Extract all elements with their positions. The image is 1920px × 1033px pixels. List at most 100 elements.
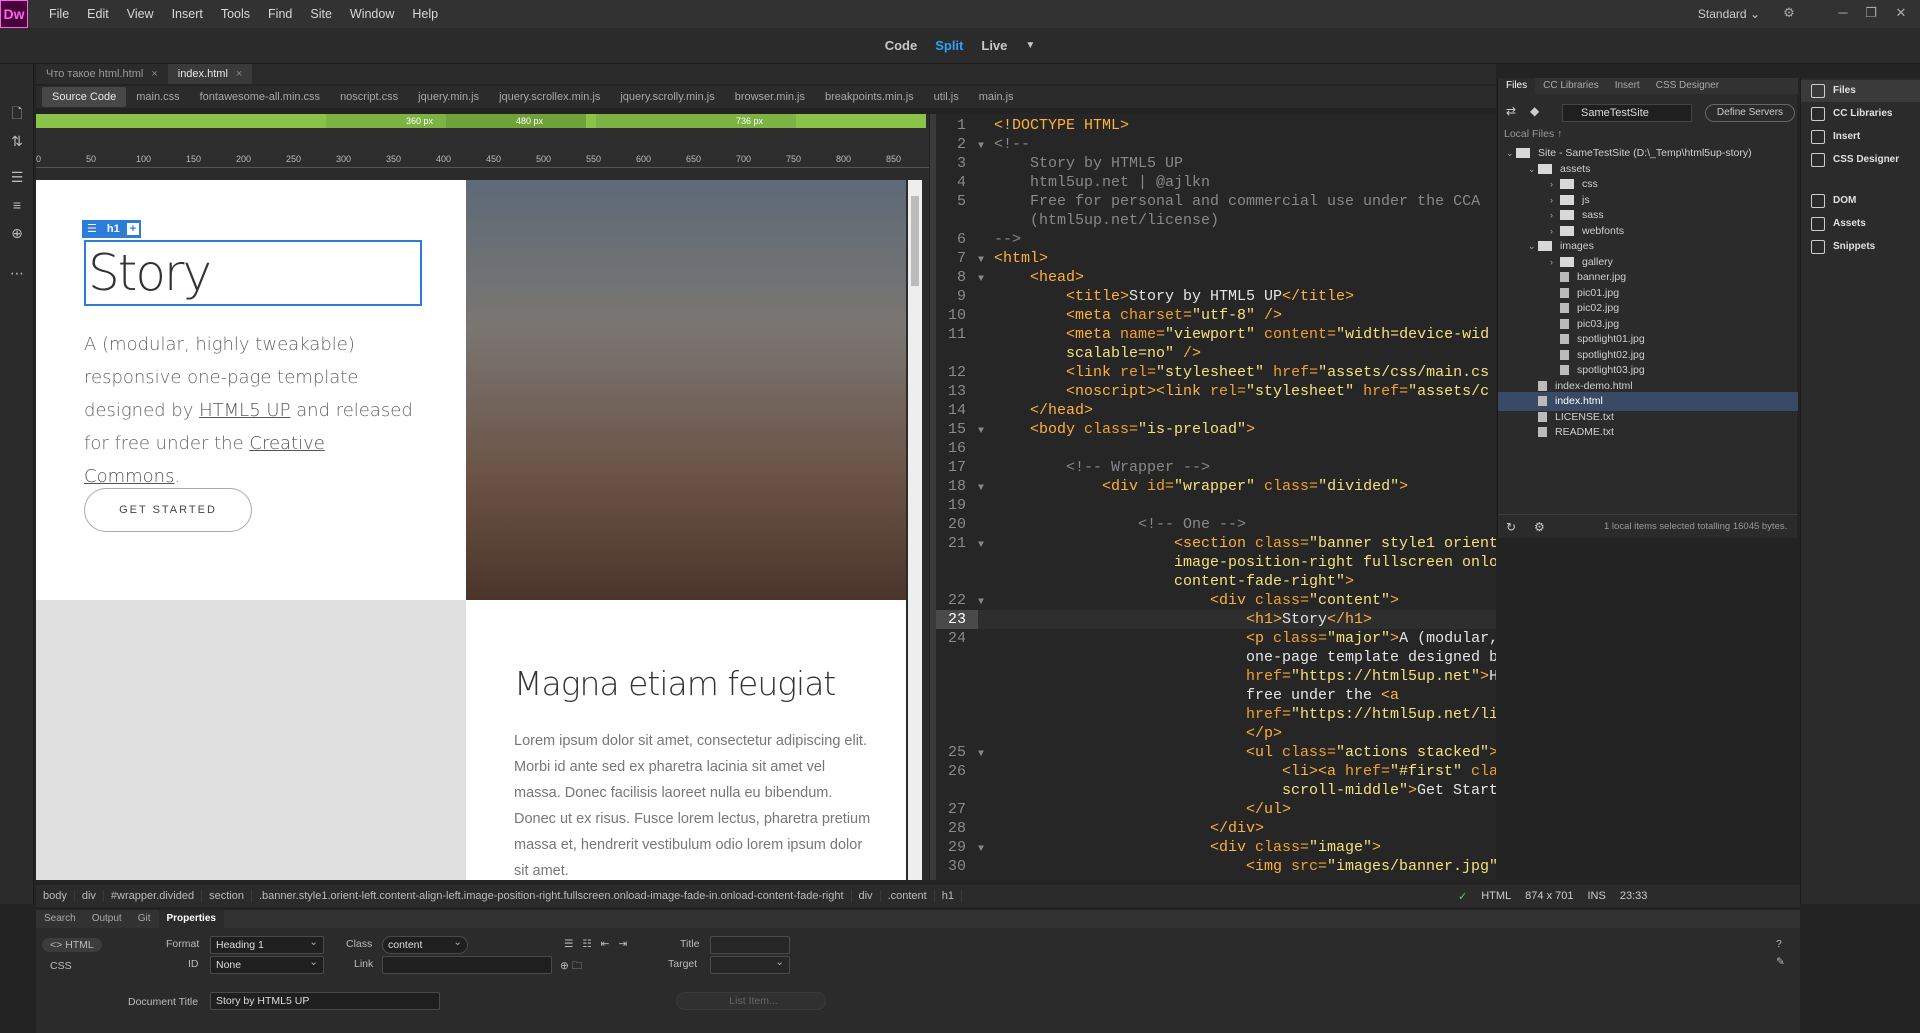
git-icon[interactable]: ◆ (1530, 104, 1539, 118)
title-input[interactable] (710, 936, 790, 954)
menu-insert[interactable]: Insert (163, 0, 212, 28)
panel-tab-insert[interactable]: Insert (1607, 78, 1648, 94)
panel-tab-css-designer[interactable]: CSS Designer (1648, 78, 1727, 94)
related-file-3[interactable]: noscript.css (330, 87, 408, 107)
sort-ascending-icon[interactable]: ↑ (1557, 128, 1562, 140)
code-line[interactable]: 22 ▼ <div class="content"> (936, 591, 1496, 610)
code-line[interactable]: content-fade-right"> (936, 572, 1496, 591)
media-query-bar[interactable]: 360 px 480 px 736 px (36, 114, 926, 128)
format-source-icon[interactable]: ☰ (8, 168, 26, 186)
html-mode-button[interactable]: <> HTML (42, 938, 102, 952)
code-line[interactable]: scroll-middle">Get Started</a></li> (936, 781, 1496, 800)
code-line[interactable]: image-position-right fullscreen onload-i… (936, 553, 1496, 572)
code-line[interactable]: 4 html5up.net | @ajlkn (936, 173, 1496, 192)
code-line[interactable]: 15 ▼ <body class="is-preload"> (936, 420, 1496, 439)
code-line[interactable]: one-page template designed by <a (936, 648, 1496, 667)
tab-git[interactable]: Git (130, 910, 159, 928)
tag-selector-item[interactable]: #wrapper.divided (104, 890, 203, 902)
live-menu-caret-icon[interactable]: ▼ (1025, 40, 1035, 51)
code-line[interactable]: 8 ▼ <head> (936, 268, 1496, 287)
dock-snippets[interactable]: Snippets (1801, 236, 1920, 258)
menu-file[interactable]: File (40, 0, 78, 28)
tag-selector-item[interactable]: .content (881, 890, 935, 902)
restore-icon[interactable]: ❐ (1858, 0, 1884, 26)
code-line[interactable]: 5 Free for personal and commercial use un… (936, 192, 1496, 211)
list-format-icons[interactable]: ☰ ☷ ⇤ ⇥ (564, 938, 630, 950)
workspace-switcher[interactable]: Standard ⌄ (1698, 0, 1760, 28)
code-line[interactable]: 26<li><a href="#first" class="button big… (936, 762, 1496, 781)
page-heading[interactable]: Story (84, 240, 422, 306)
code-view[interactable]: 1 <!DOCTYPE HTML> 2 ▼ <!-- 3 Story by HTML5 UP… (936, 114, 1496, 880)
code-line[interactable]: 13 <noscript><link rel="stylesheet" href=… (936, 382, 1496, 401)
code-line[interactable]: 3 Story by HTML5 UP (936, 154, 1496, 173)
panel-tab-cc-libraries[interactable]: CC Libraries (1535, 78, 1607, 94)
scrollbar-thumb[interactable] (911, 196, 919, 286)
tab-index-html[interactable]: index.html × (167, 64, 253, 84)
format-select[interactable]: Heading 1 (210, 934, 324, 954)
sync-settings-icon[interactable]: ⚙ (1776, 0, 1802, 26)
code-line[interactable]: 27 </ul> (936, 800, 1496, 819)
tag-selector-item[interactable]: .banner.style1.orient-left.content-align… (252, 890, 852, 902)
code-line[interactable]: 9 <title>Story by HTML5 UP</title> (936, 287, 1496, 306)
code-line[interactable]: 14 </head> (936, 401, 1496, 420)
code-line[interactable]: 12 <link rel="stylesheet" href="assets/cs… (936, 363, 1496, 382)
code-line[interactable]: href="https://html5up.net">HTML5 UP</a> … (936, 667, 1496, 686)
tag-selector-item[interactable]: div (852, 890, 881, 902)
code-line[interactable]: 11 <meta name="viewport" content="width=d… (936, 325, 1496, 344)
related-file-4[interactable]: jquery.min.js (408, 87, 489, 107)
menu-find[interactable]: Find (259, 0, 301, 28)
close-icon[interactable]: ✕ (1888, 0, 1914, 26)
apply-comment-icon[interactable]: ≡ (8, 196, 26, 214)
menu-edit[interactable]: Edit (78, 0, 118, 28)
add-class-icon[interactable]: + (126, 223, 140, 235)
code-line[interactable]: 6 --> (936, 230, 1496, 249)
connect-icon[interactable]: ⇄ (1506, 104, 1516, 118)
related-file-2[interactable]: fontawesome-all.min.css (190, 87, 330, 107)
code-line[interactable]: 7 ▼ <html> (936, 249, 1496, 268)
tab-search[interactable]: Search (36, 910, 84, 928)
tab-chto-takoe-html[interactable]: Что такое html.html × (36, 64, 168, 84)
id-select[interactable]: None (210, 954, 324, 974)
link-input[interactable] (382, 956, 552, 974)
code-line[interactable]: 20 <!-- One --> (936, 515, 1496, 534)
code-line[interactable]: 2 ▼ <!-- (936, 135, 1496, 154)
css-mode-button[interactable]: CSS (50, 960, 72, 972)
site-setup-icon[interactable]: ⚙ (1534, 515, 1545, 539)
media-query-480[interactable]: 480 px (446, 114, 586, 128)
dock-cc-libraries[interactable]: CC Libraries (1801, 103, 1920, 125)
site-selector[interactable]: SameTestSite (1562, 104, 1692, 122)
tab-output[interactable]: Output (84, 910, 130, 928)
menu-tools[interactable]: Tools (212, 0, 259, 28)
more-tools-icon[interactable]: ⋯ (8, 264, 26, 282)
code-line[interactable]: 16 (936, 439, 1496, 458)
code-line[interactable]: href="https://html5up.net/license">Creat… (936, 705, 1496, 724)
element-hud[interactable]: ☰ h1 + (82, 220, 142, 238)
code-line[interactable]: free under the <a (936, 686, 1496, 705)
hamburger-icon[interactable]: ☰ (82, 220, 102, 238)
code-line[interactable]: 19 (936, 496, 1496, 515)
code-line[interactable]: scalable=no" /> (936, 344, 1496, 363)
refresh-icon[interactable]: ↻ (1506, 515, 1516, 539)
dock-insert[interactable]: Insert (1801, 126, 1920, 148)
menu-view[interactable]: View (118, 0, 163, 28)
code-line[interactable]: 23 <h1>Story</h1> (936, 610, 1496, 629)
split-view-button[interactable]: Split (935, 38, 963, 53)
related-file-7[interactable]: browser.min.js (725, 87, 815, 107)
tab-properties[interactable]: Properties (158, 910, 224, 928)
close-tab-icon[interactable]: × (151, 68, 157, 80)
dock-files[interactable]: Files (1801, 80, 1920, 102)
code-line[interactable]: (html5up.net/license) (936, 211, 1496, 230)
related-file-9[interactable]: util.js (924, 87, 969, 107)
insert-mode[interactable]: INS (1588, 890, 1606, 902)
code-line[interactable]: 29 ▼ <div class="image"> (936, 838, 1496, 857)
related-file-8[interactable]: breakpoints.min.js (815, 87, 924, 107)
dock-assets[interactable]: Assets (1801, 213, 1920, 235)
code-line[interactable]: 17 <!-- Wrapper --> (936, 458, 1496, 477)
related-file-10[interactable]: main.js (969, 87, 1024, 107)
code-line[interactable]: 25 ▼ <ul class="actions stacked"> (936, 743, 1496, 762)
no-errors-icon[interactable]: ✓ (1458, 890, 1467, 903)
tag-selector-item[interactable]: h1 (935, 890, 962, 902)
media-query-360[interactable]: 360 px (326, 114, 446, 128)
class-select[interactable]: content (382, 934, 468, 954)
get-started-button[interactable]: GET STARTED (84, 488, 252, 532)
